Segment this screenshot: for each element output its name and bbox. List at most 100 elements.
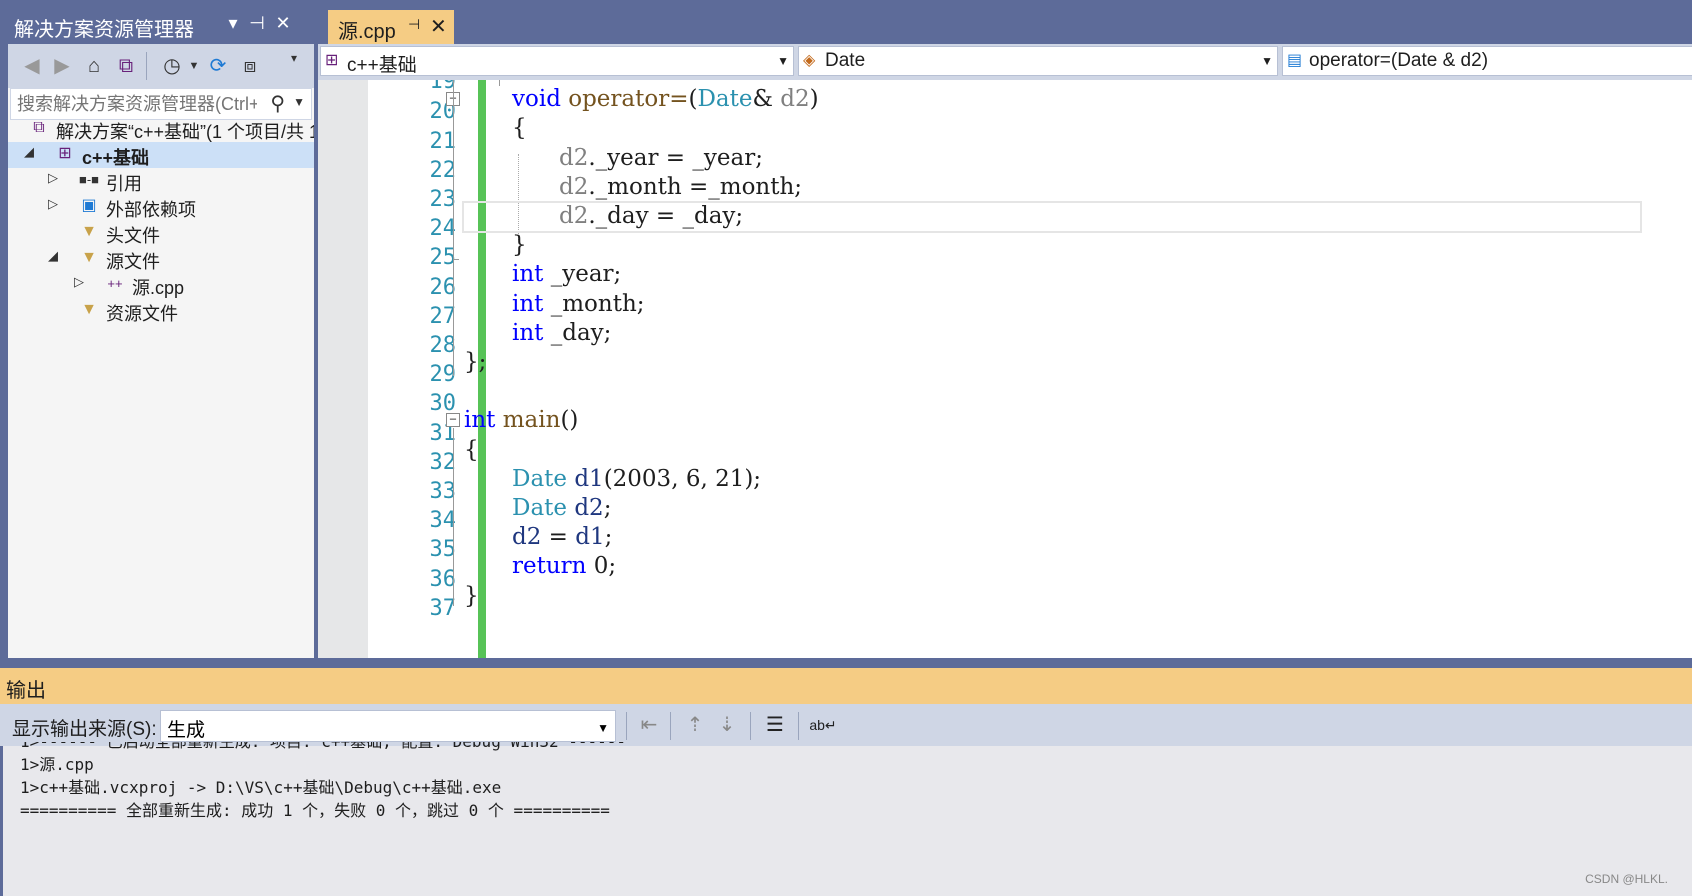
output-left-border: [0, 746, 3, 896]
editor-navigation-bar: ⊞ c++基础 ▼ ◈ Date ▼ ▤ operator=(Date & d2…: [318, 44, 1692, 80]
toolbar-separator: [146, 52, 147, 80]
chevron-down-icon: ▼: [777, 54, 789, 68]
code-line: };: [464, 349, 487, 375]
code-line: }: [464, 583, 479, 609]
search-icon[interactable]: ⚲: [270, 91, 285, 116]
code-line: int main(): [464, 407, 579, 433]
tree-item-project[interactable]: ◢ ⊞ c++基础: [8, 142, 314, 168]
output-source-value: 生成: [167, 720, 206, 741]
collapse-all-icon[interactable]: ⧈: [236, 52, 264, 80]
tree-item-source-files[interactable]: ◢ ▼ 源文件: [8, 246, 314, 272]
document-tab-strip: 源.cpp ⊣ ✕: [318, 0, 1692, 44]
expanded-arrow-icon[interactable]: ◢: [24, 144, 38, 160]
close-icon[interactable]: ✕: [270, 10, 296, 36]
collapsed-arrow-icon[interactable]: ▷: [74, 274, 88, 290]
line-number: 35: [429, 537, 457, 562]
switch-views-icon[interactable]: ⧉: [112, 52, 140, 80]
previous-message-icon[interactable]: ⇡: [680, 710, 710, 740]
tree-item-header-files[interactable]: ▼ 头文件: [8, 220, 314, 246]
output-line: 1>源.cpp: [20, 755, 94, 774]
method-icon: ▤: [1287, 52, 1303, 69]
forward-icon[interactable]: ▶: [48, 52, 76, 80]
search-input[interactable]: [17, 92, 257, 116]
tab-label: 源.cpp: [338, 21, 396, 43]
tree-item-external-deps[interactable]: ▷ ▣ 外部依赖项: [8, 194, 314, 220]
refresh-icon[interactable]: ⟳: [204, 52, 232, 80]
pin-icon[interactable]: ⊣: [244, 10, 270, 36]
toolbar-overflow-icon[interactable]: ▾: [280, 44, 308, 72]
go-to-error-icon[interactable]: ⇤: [634, 710, 664, 740]
collapsed-arrow-icon[interactable]: ▷: [48, 196, 62, 212]
collapsed-arrow-icon[interactable]: ▷: [48, 170, 62, 186]
toolbar-separator: [670, 712, 671, 740]
line-number: 31: [429, 421, 457, 446]
project-dropdown[interactable]: ⊞ c++基础 ▼: [320, 46, 794, 76]
tree-item-label: 引用: [106, 174, 142, 194]
project-dropdown-value: c++基础: [347, 55, 417, 76]
output-toolbar: 显示输出来源(S): 生成 ▼ ⇤ ⇡ ⇣ ☰ ab↵: [0, 704, 1692, 746]
line-number: 34: [429, 508, 457, 533]
expanded-arrow-icon[interactable]: ◢: [48, 248, 62, 264]
chevron-down-icon[interactable]: ▼: [293, 95, 305, 109]
code-line: {: [464, 437, 479, 463]
output-text-area[interactable]: 1>------ 已启动全部重新生成: 项目: c++基础, 配置: Debug…: [20, 742, 1670, 892]
line-number: 37: [429, 596, 457, 621]
tree-item-label: 资源文件: [106, 304, 178, 324]
tree-item-label: c++基础: [82, 148, 150, 168]
outline-line: [453, 428, 454, 606]
line-number: 33: [429, 479, 457, 504]
line-number: 29: [429, 362, 457, 387]
collapse-icon[interactable]: −: [446, 413, 460, 427]
window-position-dropdown-icon[interactable]: ▾: [220, 10, 246, 36]
member-dropdown-value: operator=(Date & d2): [1309, 50, 1489, 71]
cpp-file-icon: ++: [107, 276, 123, 291]
code-line: d2._month =_month;: [559, 174, 803, 200]
toolbar-separator: [626, 712, 627, 740]
code-line: d2._day = _day;: [559, 203, 744, 229]
code-line: int _day;: [512, 320, 612, 346]
word-wrap-icon[interactable]: ab↵: [808, 710, 838, 740]
external-deps-icon: ▣: [81, 197, 97, 214]
code-line: return 0;: [512, 553, 617, 579]
line-number: 22: [429, 158, 457, 183]
line-number: 27: [429, 304, 457, 329]
tree-item-label: 源.cpp: [132, 278, 185, 298]
class-dropdown[interactable]: ◈ Date ▼: [798, 46, 1278, 76]
solution-explorer-toolbar: ◀ ▶ ⌂ ⧉ ◷ ▼ ⟳ ⧈ ▾: [8, 44, 314, 88]
line-number: 21: [429, 129, 457, 154]
tree-item-resource-files[interactable]: ▼ 资源文件: [8, 298, 314, 324]
code-line: int _month;: [512, 291, 645, 317]
home-icon[interactable]: ⌂: [80, 52, 108, 80]
next-message-icon[interactable]: ⇣: [712, 710, 742, 740]
code-line: {: [512, 115, 527, 141]
solution-explorer-title-bar: 解决方案资源管理器 ▾ ⊣ ✕: [0, 6, 318, 42]
member-dropdown[interactable]: ▤ operator=(Date & d2): [1282, 46, 1692, 76]
watermark: CSDN @HLKL.: [1585, 872, 1668, 886]
tree-item-references[interactable]: ▷ ■-■ 引用: [8, 168, 314, 194]
filter-folder-icon: ▼: [81, 249, 97, 266]
tree-item-label: 头文件: [106, 226, 160, 246]
outline-line: [453, 80, 454, 376]
pin-icon[interactable]: ⊣: [408, 16, 420, 33]
solution-explorer-panel: 解决方案资源管理器 ▾ ⊣ ✕ ◀ ▶ ⌂ ⧉ ◷ ▼ ⟳ ⧈ ▾ ⚲ ▼ ⧉ …: [0, 0, 318, 658]
tree-item-source-cpp[interactable]: ▷ ++ 源.cpp: [8, 272, 314, 298]
code-editor[interactable]: 19 20 21 22 23 24 25 26 27 28 29 30 31 3…: [318, 80, 1692, 658]
output-source-label: 显示输出来源(S):: [12, 719, 157, 740]
solution-icon: ⧉: [33, 119, 45, 136]
class-dropdown-value: Date: [825, 50, 866, 71]
project-icon: ⊞: [325, 52, 339, 69]
output-panel: 输出 显示输出来源(S): 生成 ▼ ⇤ ⇡ ⇣ ☰ ab↵ 1>------ …: [0, 668, 1692, 896]
tree-item-solution[interactable]: ⧉ 解决方案“c++基础”(1 个项目/共 1 个): [8, 116, 314, 142]
clear-all-icon[interactable]: ☰: [760, 710, 790, 740]
line-number: 25: [429, 245, 457, 270]
project-icon: ⊞: [58, 145, 72, 162]
code-line: }: [512, 232, 527, 258]
close-icon[interactable]: ✕: [430, 14, 447, 39]
output-line: 1>------ 已启动全部重新生成: 项目: c++基础, 配置: Debug…: [20, 742, 1670, 753]
line-number: 23: [429, 187, 457, 212]
tab-source-cpp[interactable]: 源.cpp ⊣ ✕: [328, 10, 454, 44]
back-icon[interactable]: ◀: [18, 52, 46, 80]
output-title: 输出: [6, 680, 46, 702]
code-line: void operator=(Date& d2): [512, 86, 819, 112]
output-source-dropdown[interactable]: 生成 ▼: [160, 710, 616, 742]
